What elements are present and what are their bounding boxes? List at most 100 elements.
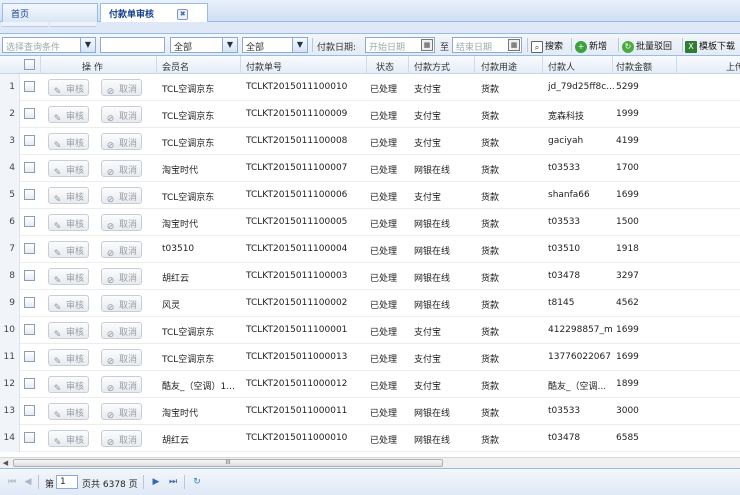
cancel-button[interactable]: ⊘ 取消 [101, 133, 143, 151]
row-checkbox[interactable] [24, 216, 35, 227]
audit-button[interactable]: ✎ 审核 [48, 295, 90, 313]
table-row[interactable]: 14 ✎ 审核 ⊘ 取消 胡红云 TCLKT2015011000010 已处理 网银… [0, 425, 740, 452]
table-row[interactable]: 3 ✎ 审核 ⊘ 取消 TCL空调京东 TCLKT2015011100008 已处理… [0, 128, 740, 155]
row-checkbox[interactable] [24, 108, 35, 119]
audit-button[interactable]: ✎ 审核 [48, 349, 90, 367]
audit-button[interactable]: ✎ 审核 [48, 214, 90, 232]
cancel-icon: ⊘ [106, 357, 115, 367]
audit-button[interactable]: ✎ 审核 [48, 241, 90, 259]
audit-button[interactable]: ✎ 审核 [48, 187, 90, 205]
cancel-button[interactable]: ⊘ 取消 [101, 295, 143, 313]
cell-method: 网银在线 [414, 409, 451, 419]
table-row[interactable]: 2 ✎ 审核 ⊘ 取消 TCL空调京东 TCLKT2015011100009 已处理… [0, 101, 740, 128]
next-page-icon[interactable]: ▶ [150, 476, 162, 488]
cancel-button[interactable]: ⊘ 取消 [101, 187, 143, 205]
row-checkbox[interactable] [24, 135, 35, 146]
cancel-button[interactable]: ⊘ 取消 [101, 268, 143, 286]
row-checkbox[interactable] [24, 351, 35, 362]
row-checkbox[interactable] [24, 324, 35, 335]
header-purpose[interactable]: 付款用途 [481, 60, 517, 73]
add-button[interactable]: + 新增 [575, 39, 607, 53]
cell-amount: 3297 [616, 271, 639, 281]
start-date-input[interactable]: 开始日期 ▦ [365, 37, 435, 53]
batch-reject-button[interactable]: ↻ 批量驳回 [622, 39, 672, 53]
table-row[interactable]: 6 ✎ 审核 ⊘ 取消 淘宝时代 TCLKT2015011100005 已处理 网银… [0, 209, 740, 236]
cancel-button[interactable]: ⊘ 取消 [101, 403, 143, 421]
header-status[interactable]: 状态 [376, 60, 394, 73]
filter-select-1[interactable]: 全部 ▼ [170, 37, 238, 53]
row-checkbox[interactable] [24, 405, 35, 416]
edit-icon: ✎ [53, 195, 62, 205]
chevron-down-icon[interactable]: ▼ [292, 38, 307, 52]
end-date-input[interactable]: 结束日期 ▦ [452, 37, 522, 53]
cell-payer: 412298857_m [548, 325, 613, 335]
calendar-icon[interactable]: ▦ [508, 39, 520, 51]
audit-button[interactable]: ✎ 审核 [48, 430, 90, 448]
row-checkbox[interactable] [24, 243, 35, 254]
refresh-icon[interactable]: ↻ [191, 476, 203, 488]
first-page-icon[interactable]: ⏮ [6, 476, 18, 488]
chevron-down-icon[interactable]: ▼ [80, 38, 95, 52]
audit-button[interactable]: ✎ 审核 [48, 322, 90, 340]
cancel-button[interactable]: ⊘ 取消 [101, 79, 143, 97]
scroll-left-icon[interactable]: ◀ [0, 458, 11, 468]
prev-page-icon[interactable]: ◀ [22, 476, 34, 488]
search-button[interactable]: ⌕ 搜索 [531, 39, 563, 53]
header-order-no[interactable]: 付款单号 [246, 60, 282, 73]
cancel-button[interactable]: ⊘ 取消 [101, 106, 143, 124]
filter-select-2[interactable]: 全部 ▼ [242, 37, 308, 53]
search-input[interactable] [100, 37, 165, 53]
row-checkbox[interactable] [24, 432, 35, 443]
table-row[interactable]: 1 ✎ 审核 ⊘ 取消 TCL空调京东 TCLKT2015011100010 已处理… [0, 74, 740, 101]
tab-home[interactable]: 首页 [2, 3, 98, 22]
query-condition-select[interactable]: 选择查询条件 ▼ [2, 37, 96, 53]
cancel-button[interactable]: ⊘ 取消 [101, 349, 143, 367]
tab-payment-audit[interactable]: 付款单审核 ✖ [100, 3, 208, 23]
audit-button[interactable]: ✎ 审核 [48, 133, 90, 151]
last-page-icon[interactable]: ⏭ [167, 476, 179, 488]
audit-button[interactable]: ✎ 审核 [48, 403, 90, 421]
audit-button[interactable]: ✎ 审核 [48, 160, 90, 178]
audit-button[interactable]: ✎ 审核 [48, 376, 90, 394]
scrollbar-thumb[interactable]: III [13, 459, 443, 467]
table-row[interactable]: 5 ✎ 审核 ⊘ 取消 TCL空调京东 TCLKT2015011100006 已处理… [0, 182, 740, 209]
header-payer[interactable]: 付款人 [548, 60, 575, 73]
audit-button[interactable]: ✎ 审核 [48, 79, 90, 97]
row-checkbox[interactable] [24, 189, 35, 200]
header-method[interactable]: 付款方式 [414, 60, 450, 73]
table-row[interactable]: 12 ✎ 审核 ⊘ 取消 酷友_（空调）1... TCLKT201501100001… [0, 371, 740, 398]
page-number-input[interactable]: 1 [56, 475, 78, 489]
table-row[interactable]: 7 ✎ 审核 ⊘ 取消 t03510 TCLKT2015011100004 已处理 … [0, 236, 740, 263]
calendar-icon[interactable]: ▦ [421, 39, 433, 51]
horizontal-scrollbar[interactable]: ◀ III [0, 457, 740, 468]
cancel-button[interactable]: ⊘ 取消 [101, 430, 143, 448]
date-to-label: 至 [440, 43, 450, 53]
table-row[interactable]: 8 ✎ 审核 ⊘ 取消 胡红云 TCLKT2015011100003 已处理 网银在… [0, 263, 740, 290]
cancel-button[interactable]: ⊘ 取消 [101, 376, 143, 394]
header-member[interactable]: 会员名 [162, 60, 189, 73]
table-row[interactable]: 4 ✎ 审核 ⊘ 取消 淘宝时代 TCLKT2015011100007 已处理 网银… [0, 155, 740, 182]
table-row[interactable]: 11 ✎ 审核 ⊘ 取消 TCL空调京东 TCLKT2015011000013 已处… [0, 344, 740, 371]
cancel-button[interactable]: ⊘ 取消 [101, 241, 143, 259]
header-amount[interactable]: 付款金额 [616, 60, 652, 73]
row-checkbox[interactable] [24, 378, 35, 389]
audit-button[interactable]: ✎ 审核 [48, 106, 90, 124]
audit-button[interactable]: ✎ 审核 [48, 268, 90, 286]
cancel-button[interactable]: ⊘ 取消 [101, 160, 143, 178]
row-checkbox[interactable] [24, 81, 35, 92]
cancel-button[interactable]: ⊘ 取消 [101, 322, 143, 340]
chevron-down-icon[interactable]: ▼ [222, 38, 237, 52]
row-checkbox[interactable] [24, 270, 35, 281]
table-row[interactable]: 9 ✎ 审核 ⊘ 取消 风灵 TCLKT2015011100002 已处理 网银在线… [0, 290, 740, 317]
close-icon[interactable]: ✖ [177, 9, 189, 20]
cancel-button[interactable]: ⊘ 取消 [101, 214, 143, 232]
table-row[interactable]: 10 ✎ 审核 ⊘ 取消 TCL空调京东 TCLKT2015011100001 已处… [0, 317, 740, 344]
edit-icon: ✎ [53, 357, 62, 367]
header-divider [40, 56, 41, 74]
header-upload[interactable]: 上传 [726, 60, 740, 73]
select-all-checkbox[interactable] [24, 59, 35, 70]
template-download-button[interactable]: X 模板下载 [685, 39, 735, 53]
row-checkbox[interactable] [24, 297, 35, 308]
row-checkbox[interactable] [24, 162, 35, 173]
table-row[interactable]: 13 ✎ 审核 ⊘ 取消 淘宝时代 TCLKT2015011000011 已处理 网… [0, 398, 740, 425]
